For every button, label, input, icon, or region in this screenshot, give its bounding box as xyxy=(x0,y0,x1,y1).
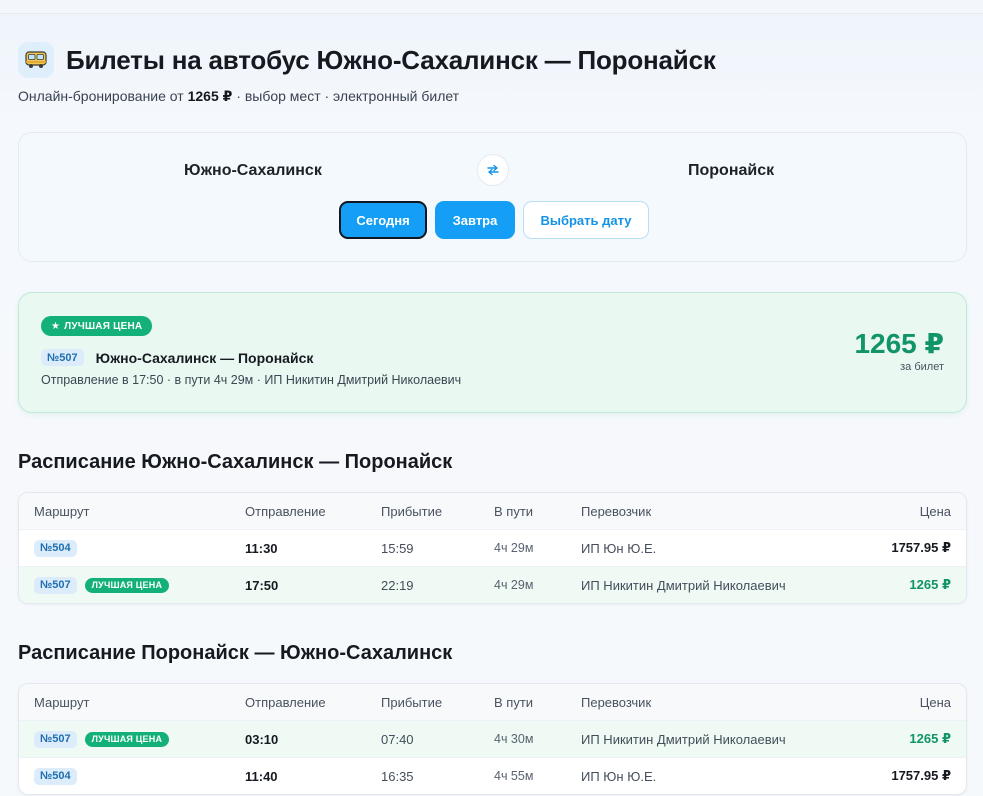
date-buttons: Сегодня Завтра Выбрать дату xyxy=(339,201,649,239)
page-title: Билеты на автобус Южно-Сахалинск — Порон… xyxy=(66,44,716,75)
page-header: Билеты на автобус Южно-Сахалинск — Порон… xyxy=(18,40,967,80)
arrival-time: 07:40 xyxy=(381,731,414,747)
price: 1757.95 ₽ xyxy=(891,768,951,783)
table-header: Маршрут Отправление Прибытие В пути Пере… xyxy=(19,684,966,720)
from-city[interactable]: Южно-Сахалинск xyxy=(184,162,322,180)
schedule-back-title: Расписание Поронайск — Южно-Сахалинск xyxy=(18,642,453,664)
carrier: ИП Юн Ю.Е. xyxy=(581,540,657,556)
swap-button[interactable] xyxy=(477,154,509,186)
col-price: Цена xyxy=(919,694,951,710)
duration: 4ч 29м xyxy=(494,541,534,555)
pick-date-button[interactable]: Выбрать дату xyxy=(523,201,649,239)
swap-arrows-icon xyxy=(487,164,499,176)
table-row[interactable]: №507 ЛУЧШАЯ ЦЕНА 03:10 07:40 4ч 30м ИП Ни… xyxy=(19,720,966,757)
col-departure: Отправление xyxy=(245,694,326,710)
min-price: 1265 ₽ xyxy=(187,88,233,104)
price: 1757.95 ₽ xyxy=(891,540,951,555)
schedule-forward-table: Маршрут Отправление Прибытие В пути Пере… xyxy=(18,492,967,604)
route-number-badge: №507 xyxy=(41,349,84,366)
to-city[interactable]: Поронайск xyxy=(688,162,774,180)
departure-time: 03:10 xyxy=(245,731,279,747)
route-number-badge: №504 xyxy=(34,539,77,557)
col-carrier: Перевозчик xyxy=(581,503,652,519)
schedule-forward-title: Расписание Южно-Сахалинск — Поронайск xyxy=(18,451,453,473)
duration: 4ч 55м xyxy=(494,769,534,783)
best-price-badge: ★ ЛУЧШАЯ ЦЕНА xyxy=(41,316,153,336)
carrier: ИП Никитин Дмитрий Николаевич xyxy=(581,731,786,747)
col-price: Цена xyxy=(919,503,951,519)
search-panel: Южно-Сахалинск Поронайск Сегодня Завтра … xyxy=(18,132,967,262)
col-route: Маршрут xyxy=(34,503,90,519)
col-arrival: Прибытие xyxy=(381,694,443,710)
departure-time: 17:50 xyxy=(245,577,279,593)
best-offer-route: №507 Южно-Сахалинск — Поронайск xyxy=(41,349,313,366)
arrival-time: 22:19 xyxy=(381,577,414,593)
route-number-badge: №507 xyxy=(34,576,77,594)
best-offer-card[interactable]: ★ ЛУЧШАЯ ЦЕНА №507 Южно-Сахалинск — Порон… xyxy=(18,292,967,413)
price-unit: за билет xyxy=(900,361,944,373)
col-departure: Отправление xyxy=(245,503,326,519)
col-arrival: Прибытие xyxy=(381,503,443,519)
best-price-badge: ЛУЧШАЯ ЦЕНА xyxy=(84,731,170,747)
table-row[interactable]: №504 11:30 15:59 4ч 29м ИП Юн Ю.Е. 1757.… xyxy=(19,529,966,566)
departure-time: 11:40 xyxy=(245,768,278,784)
bus-icon xyxy=(18,42,54,78)
tomorrow-button[interactable]: Завтра xyxy=(435,201,515,239)
table-row[interactable]: №507 ЛУЧШАЯ ЦЕНА 17:50 22:19 4ч 29м ИП Ни… xyxy=(19,566,966,603)
schedule-back-table: Маршрут Отправление Прибытие В пути Пере… xyxy=(18,683,967,795)
carrier: ИП Юн Ю.Е. xyxy=(581,768,657,784)
departure-time: 11:30 xyxy=(245,540,278,556)
col-carrier: Перевозчик xyxy=(581,694,652,710)
col-route: Маршрут xyxy=(34,694,90,710)
best-offer-price: 1265 ₽ xyxy=(854,328,944,359)
page-subtitle: Онлайн-бронирование от 1265 ₽ · выбор ме… xyxy=(18,88,460,104)
duration: 4ч 29м xyxy=(494,578,534,592)
price: 1265 ₽ xyxy=(909,577,951,592)
best-price-badge: ЛУЧШАЯ ЦЕНА xyxy=(84,577,170,593)
price: 1265 ₽ xyxy=(909,731,951,746)
arrival-time: 16:35 xyxy=(381,768,414,784)
col-duration: В пути xyxy=(494,503,534,519)
table-row[interactable]: №504 11:40 16:35 4ч 55м ИП Юн Ю.Е. 1757.… xyxy=(19,757,966,794)
route-number-badge: №507 xyxy=(34,730,77,748)
today-button[interactable]: Сегодня xyxy=(339,201,427,239)
arrival-time: 15:59 xyxy=(381,540,414,556)
table-header: Маршрут Отправление Прибытие В пути Пере… xyxy=(19,493,966,529)
best-offer-meta: Отправление в 17:50 · в пути 4ч 29м · ИП… xyxy=(41,373,462,387)
col-duration: В пути xyxy=(494,694,534,710)
duration: 4ч 30м xyxy=(494,732,534,746)
star-icon: ★ xyxy=(51,320,61,332)
route-name: Южно-Сахалинск — Поронайск xyxy=(95,349,314,366)
page-content: Билеты на автобус Южно-Сахалинск — Порон… xyxy=(18,40,967,795)
carrier: ИП Никитин Дмитрий Николаевич xyxy=(581,577,786,593)
route-number-badge: №504 xyxy=(34,767,77,785)
top-bar xyxy=(0,0,983,14)
